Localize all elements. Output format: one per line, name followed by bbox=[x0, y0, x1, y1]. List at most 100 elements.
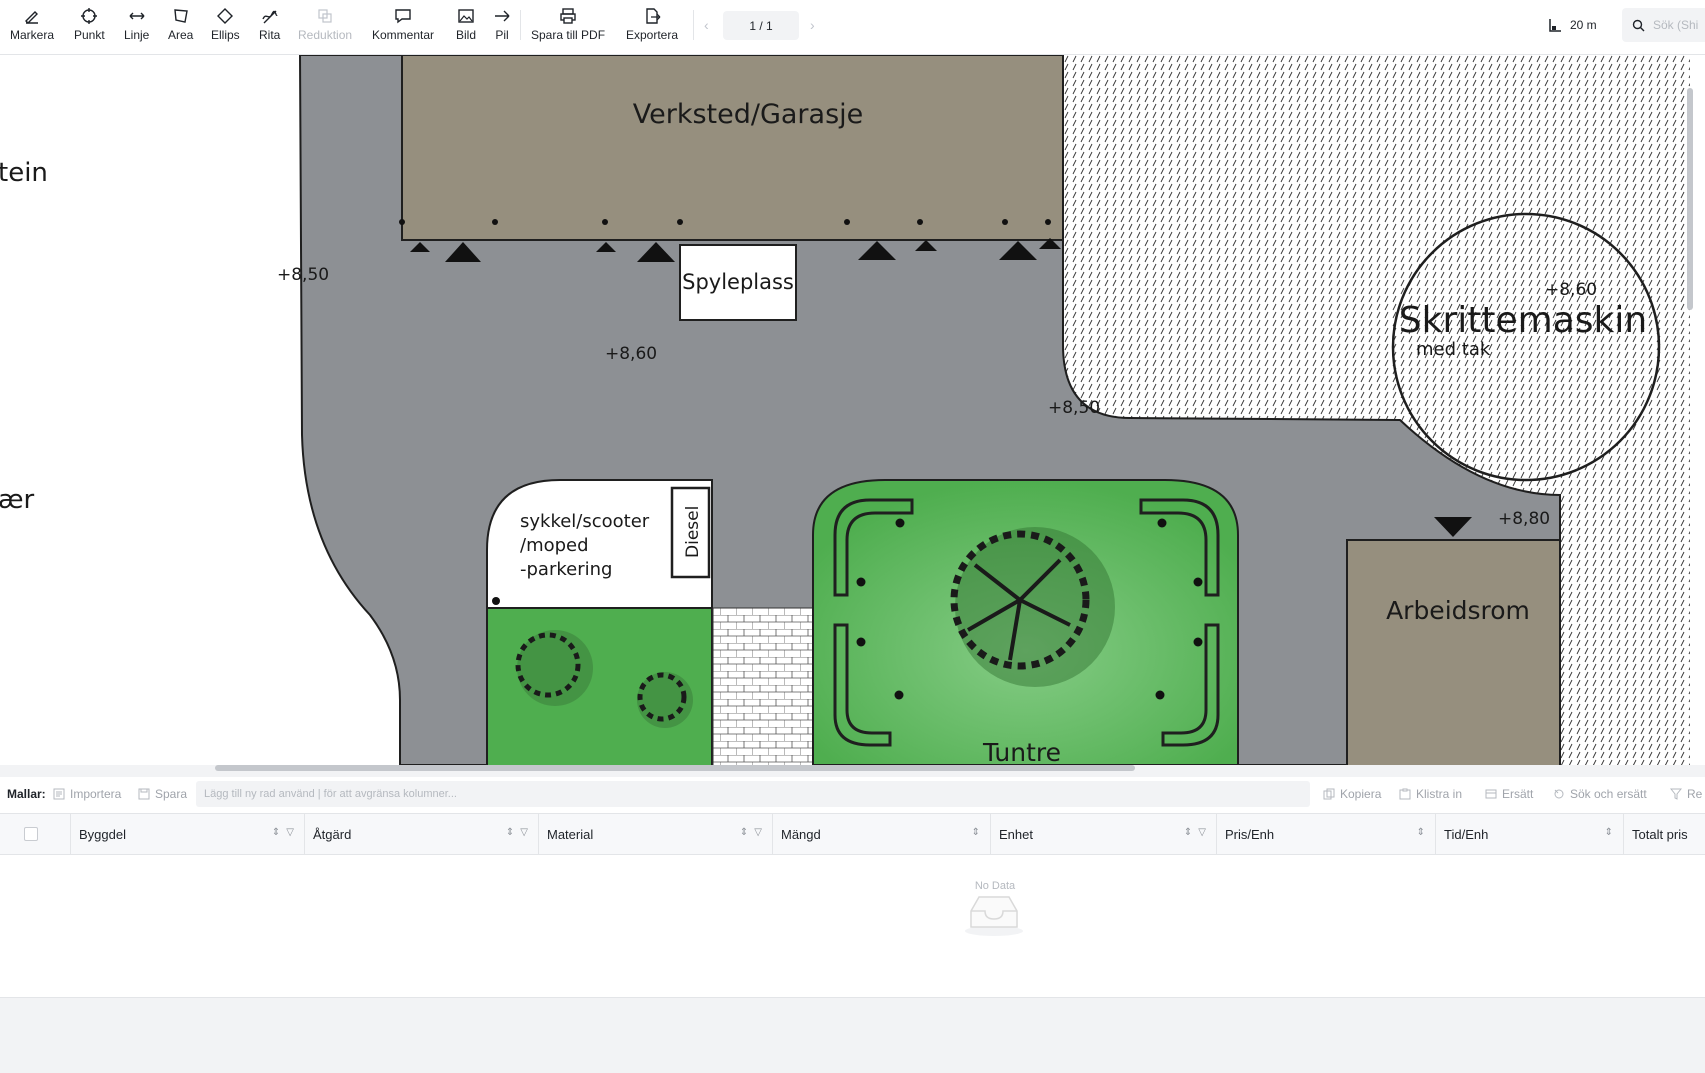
punkt-tool[interactable]: Punkt bbox=[74, 7, 105, 42]
ellips-label: Ellips bbox=[211, 28, 240, 42]
no-data-text: No Data bbox=[974, 880, 1016, 892]
find-replace-button[interactable]: Sök och ersätt bbox=[1553, 787, 1647, 801]
paste-button[interactable]: Klistra in bbox=[1399, 787, 1462, 801]
templates-label: Mallar: bbox=[7, 787, 46, 801]
ellips-tool[interactable]: Ellips bbox=[211, 7, 240, 42]
column-tid-enh[interactable]: Tid/Enh ⇕ bbox=[1435, 814, 1623, 854]
column-byggdel[interactable]: Byggdel ⇕ ▽ bbox=[70, 814, 304, 854]
reduktion-tool[interactable]: Reduktion bbox=[298, 7, 352, 42]
scale-indicator: 20 m bbox=[1548, 18, 1597, 32]
find-replace-icon bbox=[1554, 789, 1564, 799]
filter-icon[interactable]: ▽ bbox=[1198, 827, 1206, 838]
horizontal-scrollbar[interactable] bbox=[215, 765, 1135, 771]
sort-icon[interactable]: ⇕ bbox=[506, 827, 514, 838]
reset-label: Re bbox=[1687, 787, 1703, 801]
linje-tool[interactable]: Linje bbox=[124, 7, 149, 42]
diamond-icon bbox=[217, 8, 234, 24]
drawing-canvas[interactable]: Verksted/Garasje Spyleplass Skrittemaski… bbox=[0, 55, 1705, 765]
markera-tool[interactable]: Markera bbox=[10, 7, 54, 42]
parking-label-line2: /moped bbox=[520, 535, 589, 556]
sort-icon[interactable]: ⇕ bbox=[1605, 827, 1613, 838]
kommentar-label: Kommentar bbox=[372, 28, 435, 42]
filter-icon[interactable]: ▽ bbox=[754, 827, 762, 838]
elevation-label: +8,50 bbox=[277, 265, 329, 285]
prev-page-icon[interactable]: ‹ bbox=[704, 17, 709, 33]
parking-label-line1: sykkel/scooter bbox=[520, 511, 650, 532]
elevation-label: +8,80 bbox=[1498, 509, 1550, 529]
site-plan-drawing: Verksted/Garasje Spyleplass Skrittemaski… bbox=[0, 55, 1690, 765]
building-arbeidsrom-label: Arbeidsrom bbox=[1386, 596, 1530, 625]
template-save-button[interactable]: Spara bbox=[138, 787, 187, 801]
left-label-2: ær bbox=[0, 485, 35, 515]
column-label: Tid/Enh bbox=[1444, 826, 1489, 842]
add-row-input[interactable]: Lägg till ny rad använd | för att avgrän… bbox=[196, 781, 1310, 807]
sort-icon[interactable]: ⇕ bbox=[740, 827, 748, 838]
polygon-icon bbox=[173, 9, 188, 23]
bild-label: Bild bbox=[456, 28, 477, 42]
column-totalt-pris[interactable]: Totalt pris bbox=[1623, 814, 1705, 854]
tuntre-label: Tuntre bbox=[982, 738, 1061, 765]
freehand-icon bbox=[262, 10, 278, 24]
ruler-icon bbox=[1549, 19, 1561, 32]
next-page-icon[interactable]: › bbox=[810, 17, 815, 33]
arrow-right-icon bbox=[495, 10, 510, 22]
pil-tool[interactable]: Pil bbox=[493, 7, 511, 42]
copy-button[interactable]: Kopiera bbox=[1323, 787, 1381, 801]
brick-paving bbox=[712, 607, 814, 765]
punkt-label: Punkt bbox=[74, 28, 105, 42]
sort-icon[interactable]: ⇕ bbox=[1184, 827, 1192, 838]
sort-icon[interactable]: ⇕ bbox=[972, 827, 980, 838]
building-verksted bbox=[401, 55, 1064, 241]
tree-small-1 bbox=[515, 630, 593, 706]
template-save-label: Spara bbox=[155, 787, 188, 801]
page-indicator[interactable]: 1 / 1 bbox=[723, 11, 799, 40]
column-enhet[interactable]: Enhet ⇕ ▽ bbox=[990, 814, 1216, 854]
exportera-label: Exportera bbox=[626, 28, 679, 42]
vertical-scrollbar[interactable] bbox=[1687, 88, 1693, 310]
printer-icon bbox=[560, 8, 576, 24]
building-verksted-label: Verksted/Garasje bbox=[633, 99, 864, 130]
filter-icon[interactable]: ▽ bbox=[520, 827, 528, 838]
column-label: Åtgärd bbox=[313, 826, 352, 842]
search-box[interactable]: Sök (Shi bbox=[1622, 8, 1705, 42]
sort-icon[interactable]: ⇕ bbox=[272, 827, 280, 838]
select-all-checkbox[interactable] bbox=[24, 827, 38, 841]
bild-tool[interactable]: Bild bbox=[456, 7, 476, 42]
column-mangd[interactable]: Mängd ⇕ bbox=[772, 814, 990, 854]
column-pris-enh[interactable]: Pris/Enh ⇕ bbox=[1216, 814, 1435, 854]
replace-label: Ersätt bbox=[1502, 787, 1534, 801]
import-button[interactable]: Importera bbox=[53, 787, 121, 801]
column-label: Mängd bbox=[781, 826, 821, 842]
sort-icon[interactable]: ⇕ bbox=[1417, 827, 1425, 838]
parking-label-line3: -parkering bbox=[520, 559, 612, 580]
tree-large bbox=[950, 527, 1115, 687]
column-atgard[interactable]: Åtgärd ⇕ ▽ bbox=[304, 814, 538, 854]
import-icon bbox=[53, 788, 65, 800]
crosshair-icon bbox=[81, 8, 98, 24]
column-material[interactable]: Material ⇕ ▽ bbox=[538, 814, 772, 854]
spara-pdf-tool[interactable]: Spara till PDF bbox=[531, 7, 605, 42]
rita-tool[interactable]: Rita bbox=[259, 7, 280, 42]
exportera-tool[interactable]: Exportera bbox=[626, 7, 678, 42]
export-icon bbox=[646, 8, 661, 24]
filter-icon[interactable]: ▽ bbox=[286, 827, 294, 838]
search-icon bbox=[1632, 19, 1645, 31]
double-arrow-icon bbox=[129, 12, 145, 20]
column-label: Pris/Enh bbox=[1225, 826, 1275, 842]
column-label: Material bbox=[547, 826, 594, 842]
spara-pdf-label: Spara till PDF bbox=[531, 28, 606, 42]
replace-button[interactable]: Ersätt bbox=[1485, 787, 1533, 801]
elevation-label: +8,60 bbox=[605, 344, 657, 364]
pil-label: Pil bbox=[495, 28, 509, 42]
templates-bar: Mallar: Importera Spara Lägg till ny rad… bbox=[0, 777, 1705, 813]
area-tool[interactable]: Area bbox=[168, 7, 193, 42]
kommentar-tool[interactable]: Kommentar bbox=[372, 7, 434, 42]
elevation-label: +8,60 bbox=[1545, 280, 1597, 300]
image-icon bbox=[458, 9, 474, 23]
copy-icon bbox=[1323, 788, 1335, 800]
column-label: Byggdel bbox=[79, 826, 126, 842]
skrittemaskin-sublabel: med tak bbox=[1416, 339, 1491, 360]
reset-button[interactable]: Re bbox=[1670, 787, 1702, 801]
replace-icon bbox=[1485, 789, 1497, 799]
paste-label: Klistra in bbox=[1416, 787, 1463, 801]
